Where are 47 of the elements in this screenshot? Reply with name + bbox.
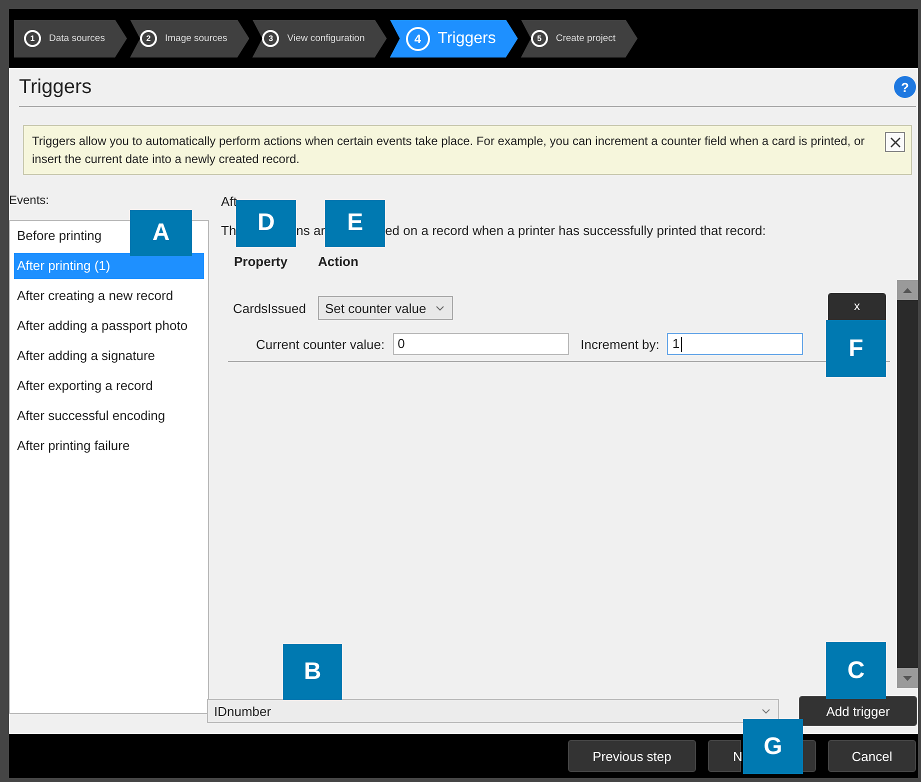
page-title: Triggers [19,76,92,98]
callout-label: E [325,200,386,246]
chevron-icon [762,708,770,714]
add-trigger-button[interactable]: Add trigger [799,696,917,726]
event-item[interactable]: After exporting a record [14,373,156,399]
footer-button[interactable]: N [708,740,741,772]
description-text: ed on a record when a printer has successfully printed that record: [385,222,766,238]
wizard-step[interactable]: 3 View configuration [252,20,387,58]
wizard-step[interactable]: 5 Create project [520,20,638,58]
close-icon [890,136,900,148]
field-label: Increment by: [580,336,660,352]
event-item[interactable]: After adding a signature [14,343,158,369]
description-text: ns ar [296,222,326,238]
close-button[interactable] [885,132,905,152]
callout-label: A [130,210,192,256]
input-field[interactable]: 1 [667,333,804,355]
callout-label: C [826,642,886,699]
help-icon[interactable]: ? [894,76,916,98]
event-item[interactable]: After creating a new record [14,283,176,309]
down-arrow-icon[interactable] [903,676,912,680]
property-select[interactable]: IDnumber [207,699,779,723]
up-arrow-icon[interactable] [903,288,912,292]
field-label: Current counter value: [256,336,385,352]
callout-label: F [826,320,886,377]
info-text: Triggers allow you to automatically perform actions when certain events take place. For example, you can increment a counter field when a card is printed, or insert the current date into a newly created record. [32,133,866,168]
action-dropdown[interactable]: Set counter value [318,296,454,320]
column-header: Action [318,254,358,269]
events-label: Events: [9,193,50,208]
description-text: Th [221,222,236,238]
wizard-step[interactable]: 1 Data sources [14,20,127,58]
callout-label: D [236,200,296,246]
event-item[interactable]: Before printing [14,223,105,249]
footer-button[interactable]: Previous step [568,740,696,772]
scrollbar[interactable] [897,280,918,688]
column-header: Property [234,254,288,269]
event-item[interactable]: After adding a passport photo [14,313,191,339]
event-item[interactable]: After successful encoding [14,403,168,429]
event-item[interactable]: After printing failure [14,433,133,459]
input-field[interactable]: 0 [392,333,569,355]
footer-button[interactable]: Cancel [828,740,916,772]
chevron-icon [436,306,444,310]
event-heading: Aft [221,193,238,211]
property-name: CardsIssued [233,300,307,316]
wizard-step[interactable]: 2 Image sources [130,20,250,58]
callout-label: B [283,644,342,700]
delete-button[interactable]: x [828,293,886,323]
callout-label: G [743,719,803,774]
